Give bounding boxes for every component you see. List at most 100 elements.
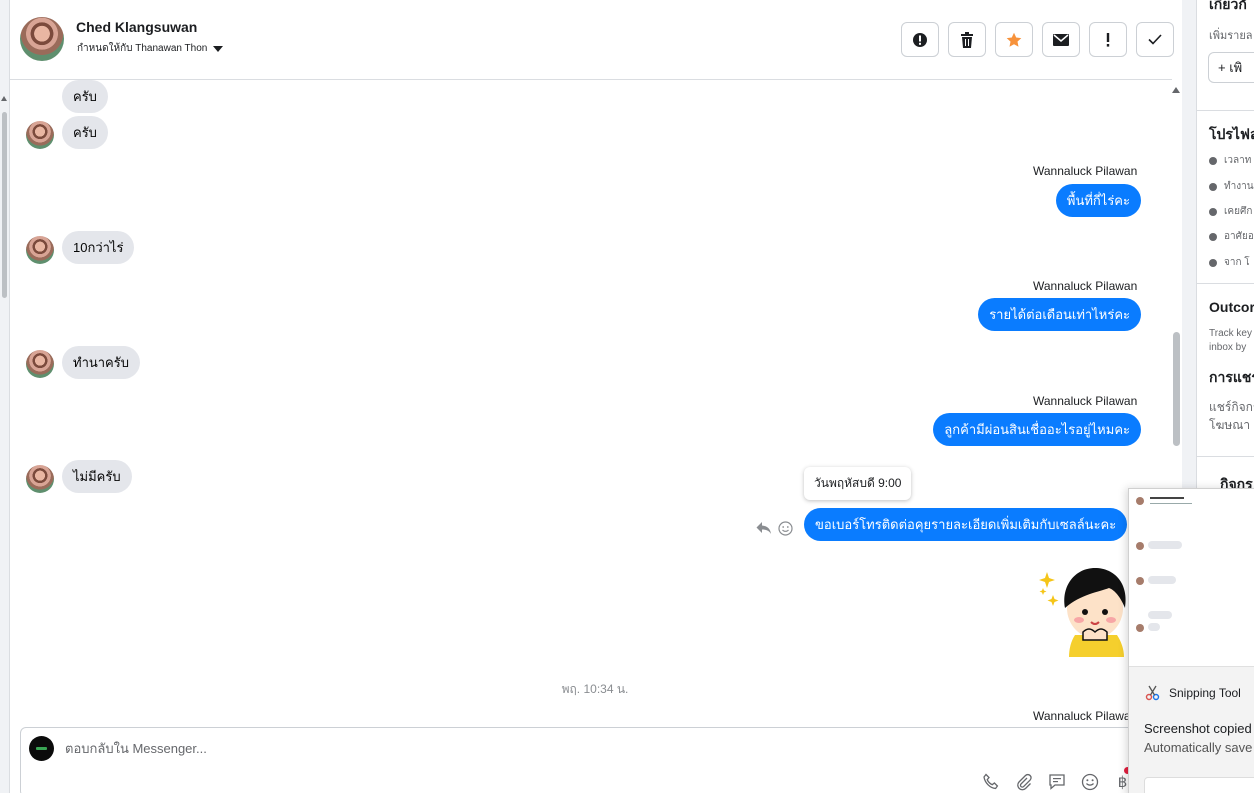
profile-row: เวลาท <box>1209 153 1251 168</box>
clock-icon <box>1209 156 1217 165</box>
info-icon <box>913 32 927 47</box>
outcome-title: Outcor <box>1209 299 1254 315</box>
emoji-icon[interactable] <box>1079 771 1100 792</box>
assignee-label: กำหนดให้กับ Thanawan Thon <box>77 43 208 54</box>
preview-avatar <box>1136 542 1144 550</box>
outgoing-message[interactable]: ลูกค้ามีผ่อนสินเชื่ออะไรอยู่ไหมคะ <box>933 413 1141 446</box>
contact-avatar-small <box>26 350 54 378</box>
snipping-tool-app: Snipping Tool <box>1145 685 1241 701</box>
conversation-toolbar <box>901 22 1174 57</box>
thread-scrollbar[interactable] <box>1172 80 1182 450</box>
contact-avatar-small <box>26 121 54 149</box>
snip-message-title: Screenshot copied <box>1144 721 1252 736</box>
react-emoji-icon[interactable] <box>778 521 793 536</box>
outgoing-message[interactable]: ขอเบอร์โทรติดต่อคุยรายละเอียดเพิ่มเติมกั… <box>804 508 1128 541</box>
exclamation-icon <box>1106 32 1110 47</box>
profile-row: จาก โ <box>1209 255 1250 270</box>
sticker-girl-image[interactable] <box>1035 560 1135 660</box>
trash-icon <box>961 31 973 48</box>
outcome-description: inbox by <box>1209 342 1247 353</box>
snipping-tool-notification[interactable]: Snipping Tool Screenshot copied Automati… <box>1128 488 1254 793</box>
preview-line <box>1150 497 1184 499</box>
caret-down-icon <box>213 45 224 52</box>
about-title: เกี่ยวกั <box>1209 0 1247 12</box>
incoming-message[interactable]: ไม่มีครับ <box>62 460 132 493</box>
profile-row: เคยศึก <box>1209 204 1252 219</box>
divider <box>1197 456 1254 457</box>
divider <box>1197 110 1254 111</box>
briefcase-icon <box>1209 182 1217 191</box>
about-subtitle: เพิ่มรายล <box>1209 30 1253 42</box>
profile-row-text: ทำงาน <box>1224 181 1254 192</box>
profile-row-text: จาก โ <box>1224 257 1250 268</box>
divider <box>1197 283 1254 284</box>
snip-action-box[interactable] <box>1144 777 1254 793</box>
sharing-description: แชร์กิจกร <box>1209 400 1254 414</box>
mark-unread-button[interactable] <box>1042 22 1080 57</box>
incoming-message[interactable]: ครับ <box>62 80 108 113</box>
incoming-message[interactable]: 10กว่าไร่ <box>62 231 135 264</box>
add-details-button[interactable]: + เพิ <box>1208 52 1254 83</box>
outgoing-message[interactable]: พื้นที่กี่ไร่คะ <box>1055 184 1141 217</box>
star-icon <box>1006 32 1022 47</box>
incoming-message[interactable]: ทำนาครับ <box>62 346 140 379</box>
thread-scrollbar-thumb[interactable] <box>1173 332 1180 446</box>
info-button[interactable] <box>901 22 939 57</box>
preview-bubble <box>1148 623 1160 631</box>
preview-avatar <box>1136 577 1144 585</box>
screenshot-preview[interactable] <box>1129 489 1254 667</box>
inbox-screen: { "header": { "contact_name": "Ched Klan… <box>0 0 1254 793</box>
contact-name[interactable]: Ched Klangsuwan <box>76 19 197 35</box>
left-scrollbar-thumb[interactable] <box>2 112 7 298</box>
outcome-description: Track key <box>1209 328 1252 339</box>
incoming-message[interactable]: ครับ <box>62 116 108 149</box>
profile-title: โปรไฟล <box>1209 126 1254 142</box>
attachment-icon[interactable] <box>1013 771 1034 792</box>
preview-line <box>1150 503 1192 504</box>
profile-row-text: อาศัยอ <box>1224 231 1254 242</box>
message-thread[interactable]: ครับ ครับ Wannaluck Pilawan พื้นที่กี่ไร… <box>10 80 1172 720</box>
mark-spam-button[interactable] <box>1089 22 1127 57</box>
location-pin-icon <box>1209 232 1217 241</box>
contact-avatar-small <box>26 236 54 264</box>
preview-bubble <box>1148 611 1172 619</box>
snipping-tool-name: Snipping Tool <box>1169 686 1241 700</box>
contact-avatar-small <box>26 465 54 493</box>
left-scroll-strip <box>0 0 10 793</box>
message-time-tooltip: วันพฤหัสบดี 9:00 <box>804 467 912 500</box>
mark-done-button[interactable] <box>1136 22 1174 57</box>
preview-bubble <box>1148 576 1176 584</box>
reply-icon[interactable] <box>756 521 772 535</box>
reply-composer: ฿ <box>20 727 1150 793</box>
graduation-cap-icon <box>1209 207 1217 216</box>
preview-bubble <box>1148 541 1182 549</box>
sharing-title: การแชร <box>1209 369 1254 385</box>
contact-avatar[interactable] <box>20 17 64 61</box>
phone-icon[interactable] <box>980 771 1001 792</box>
preview-avatar <box>1136 624 1144 632</box>
profile-row-text: เวลาท <box>1224 155 1252 166</box>
scissors-icon <box>1145 685 1160 701</box>
mail-icon <box>1053 33 1069 46</box>
outgoing-message[interactable]: รายได้ต่อเดือนเท่าไหร่คะ <box>978 298 1141 331</box>
reply-input[interactable] <box>65 741 765 756</box>
preview-avatar <box>1136 497 1144 505</box>
add-details-label: เพิ <box>1229 60 1243 75</box>
check-icon <box>1148 34 1162 45</box>
profile-row: ทำงาน <box>1209 179 1254 194</box>
sender-name: Wannaluck Pilawan <box>1033 164 1138 178</box>
sender-name: Wannaluck Pilawan <box>1033 279 1138 293</box>
composer-toolbar: ฿ <box>980 771 1133 792</box>
location-pin-icon <box>1209 258 1217 267</box>
star-button[interactable] <box>995 22 1033 57</box>
assignee-dropdown[interactable]: กำหนดให้กับ Thanawan Thon <box>77 41 224 56</box>
conversation-header: Ched Klangsuwan กำหนดให้กับ Thanawan Tho… <box>10 0 1174 80</box>
scroll-up-arrow-icon[interactable] <box>1172 87 1180 93</box>
scroll-up-arrow-icon[interactable] <box>1 96 7 101</box>
snip-message-body: Automatically save <box>1144 740 1253 755</box>
profile-row: อาศัยอ <box>1209 229 1254 244</box>
delete-button[interactable] <box>948 22 986 57</box>
page-avatar <box>29 736 54 761</box>
saved-reply-icon[interactable] <box>1046 771 1067 792</box>
date-separator: พฤ. 10:34 น. <box>561 682 629 696</box>
